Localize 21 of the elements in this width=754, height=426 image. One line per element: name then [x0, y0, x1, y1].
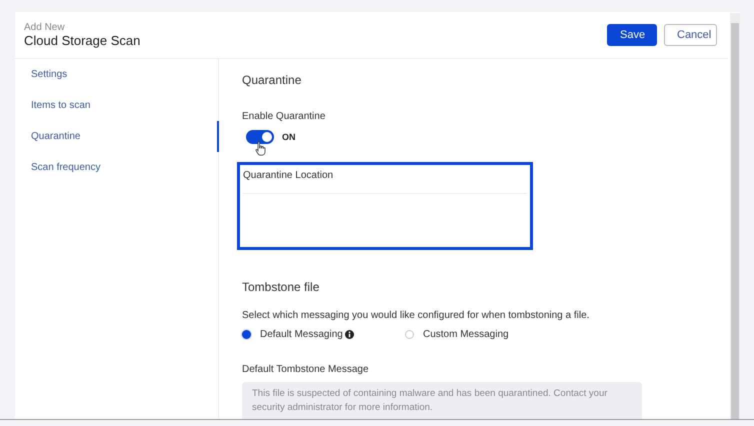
section-heading: Quarantine: [242, 73, 302, 87]
page-subtitle: Add New: [24, 22, 66, 33]
toggle-switch[interactable]: [246, 130, 274, 144]
sidebar-item[interactable]: Quarantine: [15, 121, 219, 152]
description-text: Select which messaging you would like configured for when tombstoning a file.: [242, 310, 590, 321]
info-icon[interactable]: [344, 330, 354, 339]
sidebar-item[interactable]: Settings: [15, 69, 219, 100]
section-heading: Tombstone file: [242, 280, 320, 294]
hand-cursor-icon: [255, 141, 267, 156]
radio-button[interactable]: [242, 330, 251, 339]
radio-label[interactable]: Default Messaging: [260, 329, 343, 340]
field-label: Enable Quarantine: [242, 111, 326, 122]
sidebar-item[interactable]: Scan frequency: [15, 162, 219, 193]
scrollbar[interactable]: [730, 13, 740, 419]
location-field[interactable]: Quarantine Location: [237, 162, 533, 250]
field-label: Default Tombstone Message: [242, 364, 370, 375]
radio-label[interactable]: Custom Messaging: [423, 329, 509, 340]
toggle-state-label: ON: [282, 132, 296, 142]
save-button[interactable]: Save: [607, 24, 657, 46]
page-title: Cloud Storage Scan: [24, 33, 140, 48]
cancel-button[interactable]: Cancel: [664, 24, 717, 46]
